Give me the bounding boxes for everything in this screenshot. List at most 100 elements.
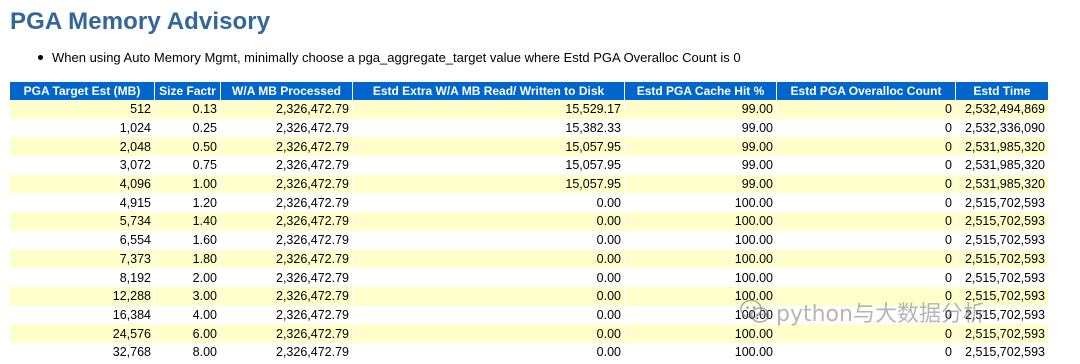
table-row: 8,192 2.00 2,326,472.79 0.00 100.00 0 2,515,70… [10,268,1048,287]
cell-cache-hit: 100.00 [625,212,777,231]
cell-wa-mb-processed: 2,326,472.79 [221,324,353,343]
cell-estd-time: 2,532,336,090 [956,118,1048,138]
table-body: 512 0.13 2,326,472.79 15,529.17 99.00 0 2,532,… [10,100,1048,362]
cell-pga-target: 32,768 [10,342,155,362]
cell-pga-target: 8,192 [10,268,155,287]
table-row: 2,048 0.50 2,326,472.79 15,057.95 99.00 0 2,53… [10,137,1048,157]
cell-wa-mb-processed: 2,326,472.79 [221,193,353,213]
cell-estd-extra-wa: 15,382.33 [353,118,625,138]
cell-estd-extra-wa: 0.00 [353,249,625,269]
cell-size-factr: 0.75 [155,156,221,175]
cell-pga-target: 4,096 [10,174,155,194]
table-row: 4,096 1.00 2,326,472.79 15,057.95 99.00 0 2,53… [10,174,1048,194]
cell-estd-time: 2,515,702,593 [956,249,1048,269]
cell-estd-time: 2,515,702,593 [956,286,1048,306]
cell-cache-hit: 100.00 [625,268,777,287]
cell-estd-extra-wa: 15,057.95 [353,156,625,175]
col-overalloc-count: Estd PGA Overalloc Count [777,82,956,100]
cell-pga-target: 3,072 [10,156,155,175]
cell-size-factr: 4.00 [155,305,221,325]
cell-cache-hit: 100.00 [625,286,777,306]
cell-cache-hit: 100.00 [625,305,777,325]
cell-overalloc-count: 0 [777,305,956,325]
cell-estd-time: 2,531,985,320 [956,174,1048,194]
cell-estd-time: 2,515,702,593 [956,212,1048,231]
cell-pga-target: 1,024 [10,118,155,138]
cell-overalloc-count: 0 [777,324,956,343]
cell-estd-extra-wa: 0.00 [353,324,625,343]
cell-estd-extra-wa: 15,057.95 [353,174,625,194]
cell-size-factr: 6.00 [155,324,221,343]
cell-estd-extra-wa: 0.00 [353,212,625,231]
cell-wa-mb-processed: 2,326,472.79 [221,174,353,194]
cell-wa-mb-processed: 2,326,472.79 [221,230,353,250]
advisory-note-text: When using Auto Memory Mgmt, minimally c… [52,50,741,65]
cell-pga-target: 512 [10,100,155,119]
cell-size-factr: 3.00 [155,286,221,306]
cell-overalloc-count: 0 [777,100,956,119]
cell-cache-hit: 99.00 [625,118,777,138]
cell-estd-extra-wa: 0.00 [353,230,625,250]
cell-wa-mb-processed: 2,326,472.79 [221,268,353,287]
cell-estd-time: 2,515,702,593 [956,268,1048,287]
col-pga-target: PGA Target Est (MB) [10,82,155,100]
cell-estd-time: 2,531,985,320 [956,137,1048,157]
cell-size-factr: 1.00 [155,174,221,194]
table-row: 6,554 1.60 2,326,472.79 0.00 100.00 0 2,515,70… [10,230,1048,250]
cell-estd-extra-wa: 15,529.17 [353,100,625,119]
cell-cache-hit: 100.00 [625,342,777,362]
col-estd-time: Estd Time [956,82,1048,100]
table-row: 4,915 1.20 2,326,472.79 0.00 100.00 0 2,515,70… [10,193,1048,213]
cell-estd-time: 2,532,494,869 [956,100,1048,119]
pga-advisory-table: PGA Target Est (MB) Size Factr W/A MB Pr… [10,82,1048,362]
cell-estd-time: 2,515,702,593 [956,193,1048,213]
table-row: 1,024 0.25 2,326,472.79 15,382.33 99.00 0 2,53… [10,118,1048,138]
cell-cache-hit: 100.00 [625,230,777,250]
cell-overalloc-count: 0 [777,156,956,175]
cell-overalloc-count: 0 [777,137,956,157]
col-wa-mb-processed: W/A MB Processed [221,82,353,100]
page-title: PGA Memory Advisory [10,8,271,35]
cell-pga-target: 16,384 [10,305,155,325]
table-row: 32,768 8.00 2,326,472.79 0.00 100.00 0 2,515,7… [10,342,1048,362]
cell-overalloc-count: 0 [777,230,956,250]
cell-size-factr: 0.13 [155,100,221,119]
cell-wa-mb-processed: 2,326,472.79 [221,305,353,325]
cell-cache-hit: 100.00 [625,324,777,343]
col-estd-extra-wa: Estd Extra W/A MB Read/ Written to Disk [353,82,625,100]
bullet-icon [38,55,43,61]
cell-pga-target: 24,576 [10,324,155,343]
cell-cache-hit: 100.00 [625,193,777,213]
cell-wa-mb-processed: 2,326,472.79 [221,100,353,119]
cell-cache-hit: 99.00 [625,156,777,175]
cell-wa-mb-processed: 2,326,472.79 [221,118,353,138]
cell-estd-time: 2,515,702,593 [956,230,1048,250]
cell-cache-hit: 99.00 [625,137,777,157]
table-row: 7,373 1.80 2,326,472.79 0.00 100.00 0 2,515,70… [10,249,1048,269]
cell-size-factr: 1.80 [155,249,221,269]
cell-overalloc-count: 0 [777,342,956,362]
cell-overalloc-count: 0 [777,118,956,138]
cell-wa-mb-processed: 2,326,472.79 [221,212,353,231]
cell-pga-target: 5,734 [10,212,155,231]
cell-pga-target: 4,915 [10,193,155,213]
cell-size-factr: 1.40 [155,212,221,231]
cell-wa-mb-processed: 2,326,472.79 [221,286,353,306]
cell-overalloc-count: 0 [777,212,956,231]
cell-estd-extra-wa: 0.00 [353,286,625,306]
cell-estd-extra-wa: 0.00 [353,193,625,213]
cell-estd-extra-wa: 0.00 [353,305,625,325]
col-size-factr: Size Factr [155,82,221,100]
cell-estd-extra-wa: 0.00 [353,342,625,362]
cell-cache-hit: 99.00 [625,174,777,194]
cell-size-factr: 1.20 [155,193,221,213]
cell-pga-target: 2,048 [10,137,155,157]
cell-estd-extra-wa: 0.00 [353,268,625,287]
table-row: 16,384 4.00 2,326,472.79 0.00 100.00 0 2,515,7… [10,305,1048,325]
cell-estd-time: 2,515,702,593 [956,324,1048,343]
cell-pga-target: 7,373 [10,249,155,269]
cell-size-factr: 0.25 [155,118,221,138]
col-cache-hit: Estd PGA Cache Hit % [625,82,777,100]
cell-size-factr: 0.50 [155,137,221,157]
table-row: 3,072 0.75 2,326,472.79 15,057.95 99.00 0 2,53… [10,156,1048,175]
